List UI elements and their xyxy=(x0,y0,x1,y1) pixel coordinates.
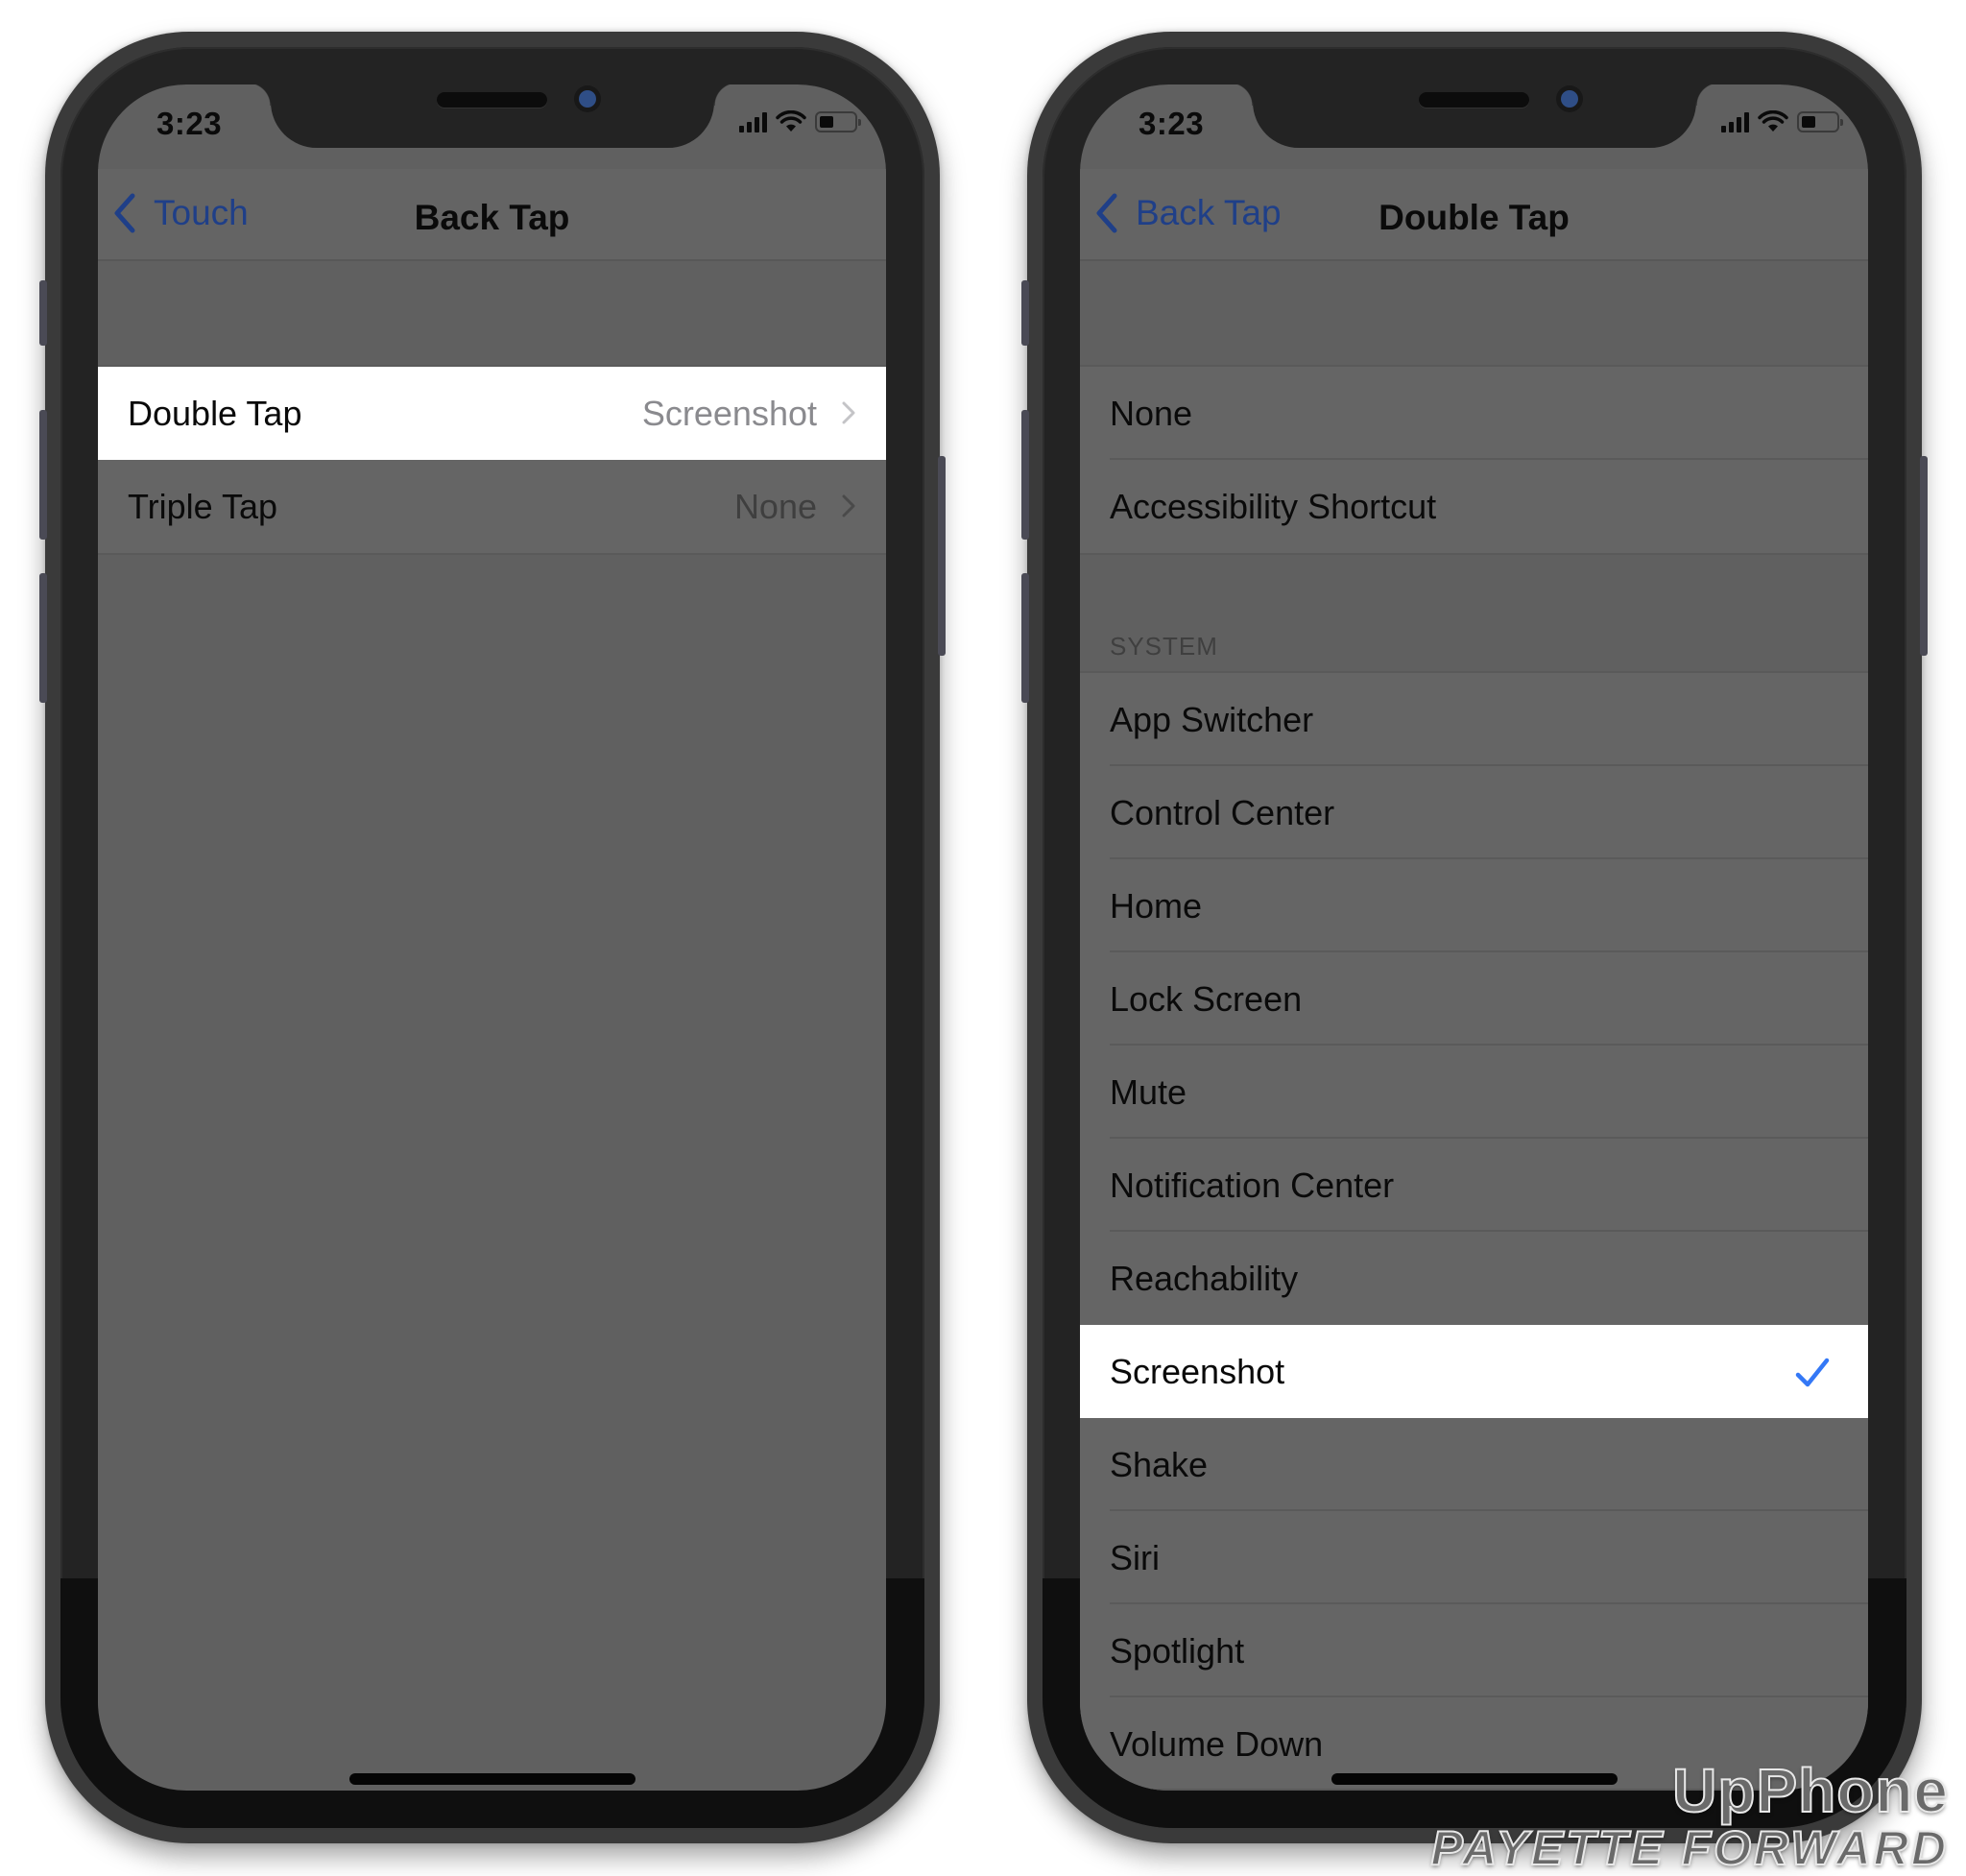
option-app-switcher[interactable]: App Switcher xyxy=(1080,673,1868,766)
power-button xyxy=(938,456,946,656)
cellular-signal-icon xyxy=(1721,111,1749,132)
status-time: 3:23 xyxy=(156,106,223,141)
general-options: None Accessibility Shortcut xyxy=(1080,365,1868,555)
phone-left: 3:23 Touch Back Tap Double Tap Screensho… xyxy=(39,32,946,1843)
option-shake[interactable]: Shake xyxy=(1080,1418,1868,1511)
option-label: Siri xyxy=(1110,1537,1160,1577)
option-home[interactable]: Home xyxy=(1080,859,1868,952)
page-title: Double Tap xyxy=(1379,198,1570,237)
navigation-bar: Touch Back Tap xyxy=(98,169,886,261)
wifi-icon xyxy=(776,110,806,132)
option-notification-center[interactable]: Notification Center xyxy=(1080,1139,1868,1232)
row-value: None xyxy=(733,486,817,526)
row-label: Double Tap xyxy=(128,393,302,433)
option-siri[interactable]: Siri xyxy=(1080,1511,1868,1604)
option-label: Shake xyxy=(1110,1444,1209,1484)
option-label: Home xyxy=(1110,885,1203,926)
status-icons xyxy=(1721,108,1843,136)
option-reachability[interactable]: Reachability xyxy=(1080,1232,1868,1325)
option-label: Notification Center xyxy=(1110,1165,1395,1205)
volume-down-button xyxy=(39,573,47,703)
battery-icon xyxy=(1797,111,1843,132)
option-mute[interactable]: Mute xyxy=(1080,1046,1868,1139)
home-indicator[interactable] xyxy=(349,1773,635,1785)
option-label: Spotlight xyxy=(1110,1630,1245,1671)
power-button xyxy=(1920,456,1928,656)
front-camera xyxy=(1561,90,1578,108)
notch xyxy=(248,84,737,148)
wifi-icon xyxy=(1758,110,1788,132)
option-label: Volume Down xyxy=(1110,1723,1324,1764)
notch xyxy=(1230,84,1719,148)
volume-down-button xyxy=(1021,573,1029,703)
watermark-upphone: UpPhone xyxy=(1671,1755,1949,1826)
chevron-right-icon xyxy=(842,494,855,517)
option-none[interactable]: None xyxy=(1080,367,1868,460)
status-icons xyxy=(739,108,861,136)
option-label: Lock Screen xyxy=(1110,978,1303,1019)
checkmark-icon xyxy=(1795,1358,1830,1387)
volume-up-button xyxy=(39,410,47,540)
row-value: Screenshot xyxy=(641,393,817,433)
option-spotlight[interactable]: Spotlight xyxy=(1080,1604,1868,1697)
option-label: None xyxy=(1110,393,1193,433)
section-header-system: SYSTEM xyxy=(1110,632,1218,661)
earpiece xyxy=(1419,92,1529,108)
back-tap-options: Double Tap Screenshot Triple Tap None xyxy=(98,365,886,555)
battery-icon xyxy=(815,111,861,132)
chevron-right-icon xyxy=(842,401,855,424)
volume-up-button xyxy=(1021,410,1029,540)
option-label: Reachability xyxy=(1110,1258,1299,1298)
navigation-bar: Back Tap Double Tap xyxy=(1080,169,1868,261)
row-triple-tap[interactable]: Triple Tap None xyxy=(98,460,886,553)
silent-switch xyxy=(1021,280,1029,346)
option-lock-screen[interactable]: Lock Screen xyxy=(1080,952,1868,1046)
option-label: App Switcher xyxy=(1110,699,1314,739)
option-screenshot[interactable]: Screenshot xyxy=(1080,1325,1868,1418)
screen: 3:23 Back Tap Double Tap None Accessibil… xyxy=(1080,84,1868,1791)
screen: 3:23 Touch Back Tap Double Tap Screensho… xyxy=(98,84,886,1791)
cellular-signal-icon xyxy=(739,111,767,132)
status-time: 3:23 xyxy=(1139,106,1205,141)
home-indicator[interactable] xyxy=(1331,1773,1618,1785)
option-label: Mute xyxy=(1110,1071,1187,1112)
silent-switch xyxy=(39,280,47,346)
watermark-payette-forward: PAYETTE FORWARD xyxy=(1430,1820,1949,1876)
page-title: Back Tap xyxy=(414,198,570,237)
front-camera xyxy=(579,90,596,108)
earpiece xyxy=(437,92,547,108)
phone-right: 3:23 Back Tap Double Tap None Accessibil… xyxy=(1021,32,1928,1843)
row-double-tap[interactable]: Double Tap Screenshot xyxy=(98,367,886,460)
battery-fill xyxy=(1802,116,1815,128)
option-accessibility-shortcut[interactable]: Accessibility Shortcut xyxy=(1080,460,1868,553)
option-control-center[interactable]: Control Center xyxy=(1080,766,1868,859)
system-options: App Switcher Control Center Home Lock Scree… xyxy=(1080,671,1868,1791)
option-label: Accessibility Shortcut xyxy=(1110,486,1437,526)
option-label: Screenshot xyxy=(1110,1351,1285,1391)
battery-fill xyxy=(820,116,833,128)
row-label: Triple Tap xyxy=(128,486,278,526)
option-label: Control Center xyxy=(1110,792,1335,832)
